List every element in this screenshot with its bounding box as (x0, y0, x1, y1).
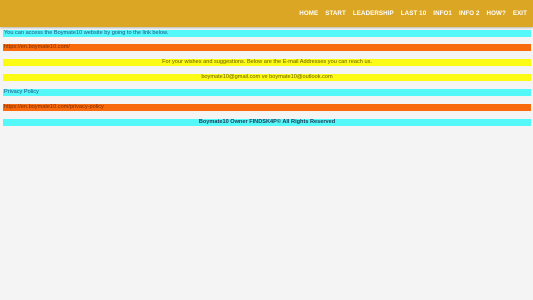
page-content: You can access the Boymate10 website by … (3, 30, 531, 126)
contact-emails[interactable]: boymate10@gmail.com ve boymate10@outlook… (3, 74, 531, 81)
privacy-policy-label: Privacy Policy (3, 89, 531, 96)
main-nav: HOME START LEADERSHIP LAST 10 INFO1 INFO… (299, 0, 527, 27)
privacy-policy-link[interactable]: https://en.boymate10.com/privacy-policy (3, 104, 531, 111)
nav-home[interactable]: HOME (299, 10, 318, 17)
nav-info2[interactable]: INFO 2 (459, 10, 480, 17)
nav-leadership[interactable]: LEADERSHIP (353, 10, 394, 17)
access-info-text: You can access the Boymate10 website by … (3, 30, 531, 37)
top-navigation-bar: HOME START LEADERSHIP LAST 10 INFO1 INFO… (0, 0, 533, 27)
nav-how[interactable]: HOW? (487, 10, 506, 17)
nav-last-10[interactable]: LAST 10 (401, 10, 426, 17)
nav-info1[interactable]: INFO1 (433, 10, 452, 17)
footer-copyright: Boymate10 Owner FINDSK4P© All Rights Res… (3, 119, 531, 126)
wishes-info-text: For your wishes and suggestions. Below a… (3, 59, 531, 66)
nav-exit[interactable]: EXIT (513, 10, 527, 17)
nav-start[interactable]: START (325, 10, 346, 17)
site-link[interactable]: https://en.boymate10.com/ (3, 44, 531, 51)
